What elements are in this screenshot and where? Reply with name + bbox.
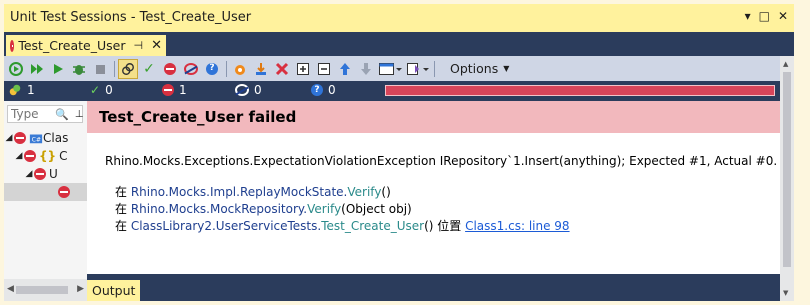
tree-node-class[interactable]: ◢ U [4,165,87,183]
close-tab-icon[interactable]: ✕ [151,38,162,53]
stack-line: 在 Rhino.Mocks.Impl.ReplayMockState.Verif… [115,185,391,199]
unknown-icon: ? [311,84,323,96]
tab-strip: Test_Create_User ⊣ ✕ [4,32,794,56]
failed-status-icon [10,39,15,52]
debug-icon[interactable] [69,59,89,79]
ignored-value: 0 [254,83,262,97]
run-all-icon[interactable] [6,59,26,79]
expand-all-icon[interactable] [293,59,313,79]
failed-value: 1 [179,83,187,97]
next-icon[interactable] [356,59,376,79]
total-count: 1 [8,83,35,97]
options-label: Options [450,61,499,76]
show-passed-icon[interactable]: ✓ [139,59,159,79]
source-link[interactable]: Class1.cs: line 98 [465,219,569,233]
scroll-left-icon[interactable]: ◀ [7,284,14,294]
namespace-icon: {} [39,149,57,163]
expand-arrow-icon[interactable]: ◢ [14,151,24,161]
tab-test-create-user[interactable]: Test_Create_User ⊣ ✕ [6,35,166,56]
unknown-value: 0 [328,83,336,97]
failed-icon [162,84,174,96]
project-icon: C# [29,134,43,144]
test-detail-pane: Test_Create_User failed Rhino.Mocks.Exce… [87,101,780,274]
exception-message: Rhino.Mocks.Exceptions.ExpectationViolat… [105,154,778,168]
page-title: Test_Create_User failed [99,108,297,126]
tree-node-namespace[interactable]: ◢ {} C [4,147,87,165]
scroll-right-icon[interactable]: ▶ [77,284,84,294]
failed-count: 1 [162,83,187,97]
scroll-thumb[interactable] [783,72,791,267]
stop-icon[interactable] [90,59,110,79]
run-icon[interactable] [48,59,68,79]
remove-icon[interactable] [272,59,292,79]
unit-test-sessions-panel: Unit Test Sessions - Test_Create_User ▾ … [4,4,794,301]
tab-label: Test_Create_User [18,38,126,53]
close-window-icon[interactable]: ✕ [778,9,788,23]
title-bar: Unit Test Sessions - Test_Create_User ▾ … [4,4,794,32]
ignored-icon [235,84,249,96]
maximize-icon[interactable]: □ [759,9,770,23]
passed-count: ✓ 0 [90,83,113,97]
layout-icon[interactable] [377,59,403,79]
stack-trace: 在 Rhino.Mocks.Impl.ReplayMockState.Verif… [115,184,570,235]
toolbar: ✓ ? Options ▼ [4,56,780,81]
fail-banner: Test_Create_User failed [87,101,780,133]
tree-node-label: U [49,167,58,181]
ignored-count: 0 [235,83,262,97]
scroll-thumb[interactable] [16,286,68,294]
show-unknown-icon[interactable]: ? [202,59,222,79]
dropdown-icon[interactable]: ▾ [745,9,751,23]
toolbar-separator [226,60,227,77]
chevron-down-icon: ▼ [503,64,510,73]
output-tab-strip: Output [87,274,780,301]
session-icon [9,84,21,96]
pin-icon[interactable]: ⊥ [75,109,84,120]
status-strip: 1 ✓ 0 1 0 ? 0 [4,81,780,101]
search-input[interactable] [8,106,53,122]
collapse-all-icon[interactable] [314,59,334,79]
toolbar-separator [434,60,435,77]
total-value: 1 [27,83,35,97]
show-failed-icon[interactable] [160,59,180,79]
failed-status-icon [24,150,36,162]
horizontal-scrollbar[interactable]: ◀ ▶ [4,279,87,301]
tree-node-test[interactable] [4,183,87,201]
expand-arrow-icon[interactable]: ◢ [24,169,34,179]
failed-status-icon [14,132,26,144]
tree-node-project[interactable]: ◢ C# Clas [4,129,87,147]
search-icon[interactable]: 🔍 [55,108,69,121]
show-ignored-icon[interactable] [181,59,201,79]
options-dropdown[interactable]: Options ▼ [444,61,515,76]
tab-output[interactable]: Output [87,280,141,301]
window-buttons: ▾ □ ✕ [745,9,788,23]
stack-line: 在 Rhino.Mocks.MockRepository.Verify(Obje… [115,202,412,216]
export-icon[interactable] [251,59,271,79]
failed-status-icon [34,168,46,180]
toolbar-separator [114,60,115,77]
passed-icon: ✓ [90,83,101,97]
svg-text:C#: C# [32,137,41,144]
run-dropdown-icon[interactable] [27,59,47,79]
dotcover-icon[interactable] [230,59,250,79]
expand-arrow-icon[interactable]: ◢ [4,133,14,143]
test-tree: 🔍 ⊥ ◢ C# Clas ◢ {} C ◢ U [4,101,87,279]
failed-status-icon [58,186,70,198]
track-session-icon[interactable] [118,58,138,79]
passed-value: 0 [105,83,113,97]
pin-icon[interactable]: ⊣ [134,39,144,52]
progress-bar [385,85,775,96]
unknown-count: ? 0 [311,83,336,97]
tree-node-label: C [59,149,68,163]
vertical-scrollbar[interactable]: ▲ ▼ [780,56,794,301]
scroll-up-icon[interactable]: ▲ [783,60,788,68]
search-box[interactable]: 🔍 ⊥ [7,105,83,123]
previous-icon[interactable] [335,59,355,79]
stack-line: 在 ClassLibrary2.UserServiceTests.Test_Cr… [115,219,570,233]
scroll-down-icon[interactable]: ▼ [783,289,788,297]
tree-node-label: Clas [43,131,69,145]
group-by-icon[interactable] [404,59,430,79]
window-title: Unit Test Sessions - Test_Create_User [10,10,252,25]
